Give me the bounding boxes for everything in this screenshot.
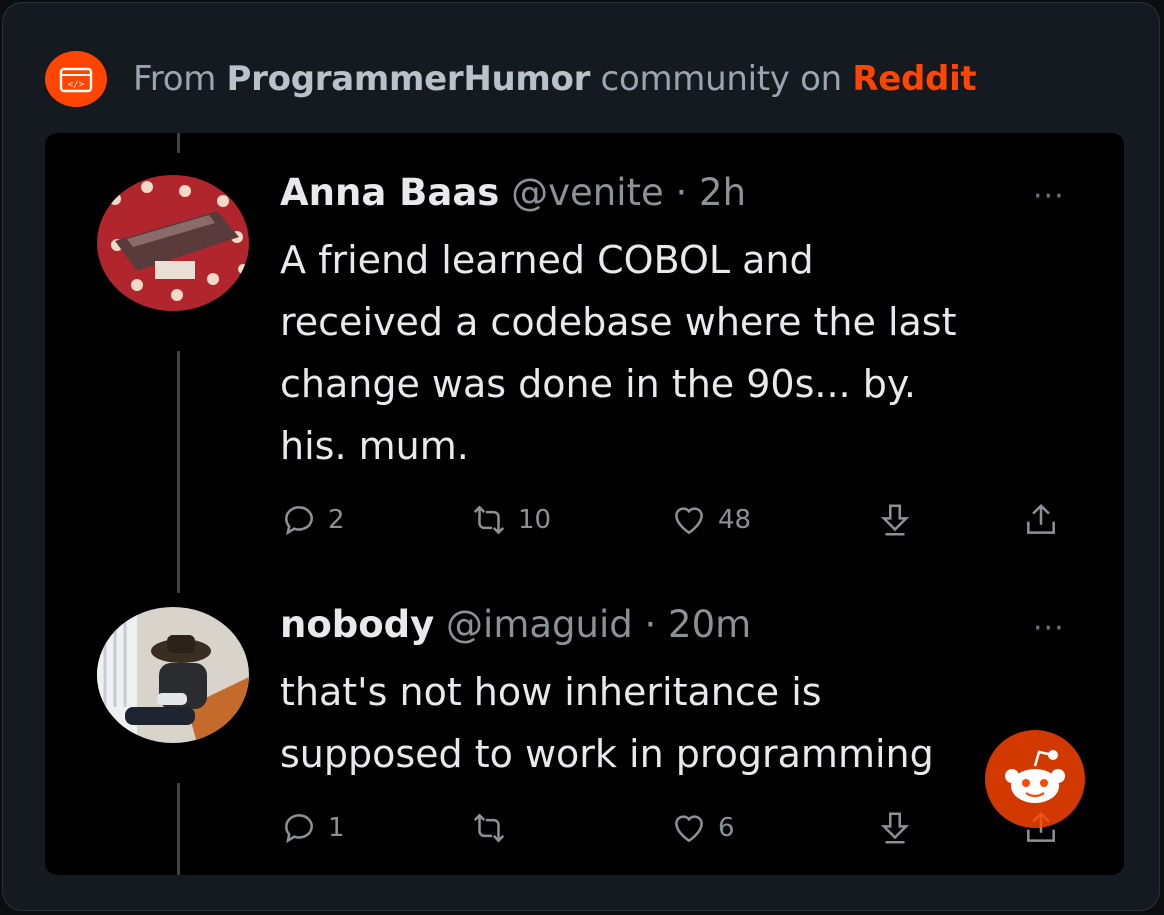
thread-line: [177, 133, 180, 153]
svg-text:</>: </>: [68, 80, 85, 90]
more-options-icon[interactable]: ···: [1033, 179, 1065, 214]
header-middle: community on: [590, 59, 853, 99]
share-icon: [1027, 503, 1055, 534]
avatar: [97, 607, 249, 743]
author-handle[interactable]: @venite: [511, 171, 664, 214]
tweet-actions: 2 10 48: [280, 501, 1080, 541]
tweet-header: Anna Baas @venite · 2h: [280, 171, 746, 214]
reply-button[interactable]: 1: [280, 809, 345, 847]
author-name[interactable]: nobody: [280, 603, 434, 646]
bookmark-icon: [880, 812, 910, 844]
reply-count: 1: [328, 813, 345, 843]
retweet-icon: [473, 813, 505, 843]
retweet-count: 10: [518, 505, 552, 535]
bookmark-button[interactable]: [876, 809, 914, 847]
header-prefix: From: [133, 59, 227, 99]
reply-button[interactable]: 2: [280, 501, 345, 539]
avatar: [97, 175, 249, 311]
share-button[interactable]: [1022, 501, 1060, 539]
author-name[interactable]: Anna Baas: [280, 171, 499, 214]
thread-line: [177, 783, 180, 875]
like-icon: [675, 507, 703, 535]
retweet-button[interactable]: [470, 809, 518, 847]
bookmark-icon: [880, 504, 910, 536]
like-icon: [675, 815, 703, 843]
reply-icon: [285, 814, 313, 844]
tweet-time: · 2h: [675, 171, 747, 214]
like-button[interactable]: 6: [670, 809, 735, 847]
community-link[interactable]: ProgrammerHumor: [227, 59, 591, 99]
reddit-link[interactable]: Reddit: [852, 59, 976, 99]
reddit-snoo-icon[interactable]: [985, 730, 1085, 828]
tweet-text: that's not how inheritance is supposed t…: [280, 670, 934, 776]
thread-line: [177, 351, 180, 593]
like-button[interactable]: 48: [670, 501, 751, 539]
like-count: 48: [718, 505, 752, 535]
tweet-screenshot[interactable]: Anna Baas @venite · 2h ··· A friend lear…: [45, 133, 1124, 875]
tweet-header: nobody @imaguid · 20m: [280, 603, 751, 646]
tweet-text: A friend learned COBOL and received a co…: [280, 238, 957, 468]
header-text: From ProgrammerHumor community on Reddit: [133, 59, 977, 99]
code-community-icon[interactable]: </>: [45, 51, 107, 107]
retweet-icon: [473, 505, 505, 535]
more-options-icon[interactable]: ···: [1033, 611, 1065, 646]
tweet-time: · 20m: [644, 603, 752, 646]
reply-icon: [285, 506, 313, 536]
author-handle[interactable]: @imaguid: [446, 603, 633, 646]
tweet-actions: 1 6: [280, 809, 1080, 849]
bookmark-button[interactable]: [876, 501, 914, 539]
retweet-button[interactable]: 10: [470, 501, 551, 539]
reddit-embed-card: </> From ProgrammerHumor community on Re…: [2, 2, 1160, 911]
reply-count: 2: [328, 505, 345, 535]
like-count: 6: [718, 813, 735, 843]
embed-header: </> From ProgrammerHumor community on Re…: [45, 51, 977, 107]
